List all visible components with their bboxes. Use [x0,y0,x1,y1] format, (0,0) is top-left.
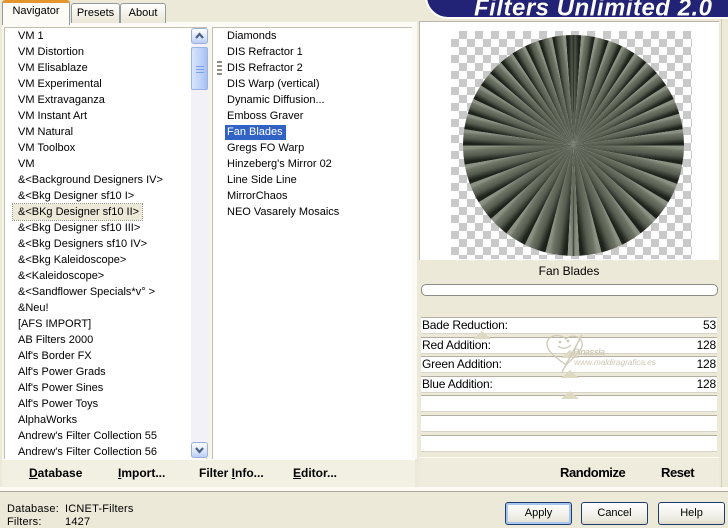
svg-text:www.maldiragrafica.es: www.maldiragrafica.es [574,357,657,367]
svg-text:Pinassia: Pinassia [573,347,605,357]
svg-text:Filters Unlimited 2.0: Filters Unlimited 2.0 [474,0,713,20]
